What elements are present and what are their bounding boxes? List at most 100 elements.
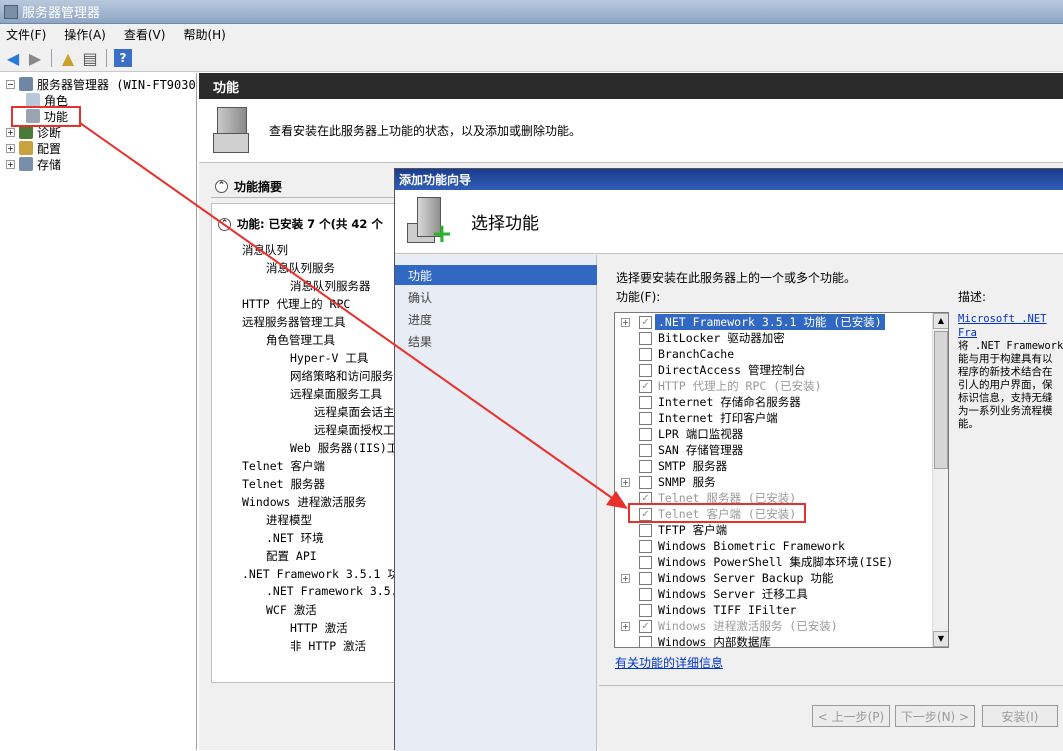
tree-item-configuration[interactable]: + 配置 xyxy=(6,140,61,156)
menu-file[interactable]: 文件(F) xyxy=(6,26,46,43)
feature-label: TFTP 客户端 xyxy=(658,523,728,537)
dialog-title: 添加功能向导 xyxy=(399,173,472,187)
feature-list-item[interactable]: Windows 内部数据库 xyxy=(615,634,933,648)
feature-list-item[interactable]: Windows PowerShell 集成脚本环境(ISE) xyxy=(615,554,933,570)
installed-feature-item: 消息队列服务 xyxy=(266,261,335,275)
feature-list-item[interactable]: ✓ HTTP 代理上的 RPC (已安装) xyxy=(615,378,933,394)
expand-icon[interactable]: + xyxy=(621,573,630,583)
feature-list-item[interactable]: Windows Biometric Framework xyxy=(615,538,933,554)
menu-action[interactable]: 操作(A) xyxy=(64,26,106,43)
features-list-label: 功能(F): xyxy=(616,290,661,304)
feature-list-item[interactable]: SAN 存储管理器 xyxy=(615,442,933,458)
feature-list-item[interactable]: Windows Server 迁移工具 xyxy=(615,586,933,602)
expand-icon[interactable]: + xyxy=(6,127,15,137)
menu-view[interactable]: 查看(V) xyxy=(124,26,166,43)
dialog-titlebar[interactable]: 添加功能向导 xyxy=(395,169,1063,190)
install-button[interactable]: 安装(I) xyxy=(982,705,1058,727)
feature-list-item[interactable]: + SNMP 服务 xyxy=(615,474,933,490)
description-body: 将 .NET Framework 能与用于构建具有以 程序的新技术结合在 引人的… xyxy=(958,340,1063,430)
feature-list-item[interactable]: BitLocker 驱动器加密 xyxy=(615,330,933,346)
wizard-step-progress[interactable]: 进度 xyxy=(395,309,597,329)
forward-arrow-icon[interactable]: ▶ xyxy=(26,49,44,68)
help-icon[interactable]: ? xyxy=(114,49,132,67)
feature-checkbox[interactable] xyxy=(639,539,652,553)
feature-checkbox[interactable] xyxy=(639,411,652,425)
toolbar-separator xyxy=(106,49,107,67)
summary-subheader[interactable]: ⌃ 功能: 已安装 7 个(共 42 个 xyxy=(214,216,383,232)
feature-list-item[interactable]: Windows TIFF IFilter xyxy=(615,602,933,618)
feature-list-item[interactable]: Internet 存储命名服务器 xyxy=(615,394,933,410)
feature-checkbox[interactable] xyxy=(639,443,652,457)
previous-button[interactable]: < 上一步(P) xyxy=(812,705,890,727)
features-checklist[interactable]: + ✓ .NET Framework 3.5.1 功能 (已安装) BitLocker… xyxy=(614,312,949,648)
back-arrow-icon[interactable]: ◀ xyxy=(4,49,22,68)
feature-label: SAN 存储管理器 xyxy=(658,443,744,457)
feature-checkbox[interactable] xyxy=(639,331,652,345)
installed-feature-item: 配置 API xyxy=(266,549,317,563)
expand-icon[interactable]: + xyxy=(6,143,15,153)
feature-checkbox[interactable] xyxy=(639,523,652,537)
feature-checkbox[interactable]: ✓ xyxy=(639,379,652,393)
feature-label: Windows TIFF IFilter xyxy=(658,603,797,617)
feature-checkbox[interactable] xyxy=(639,347,652,361)
expand-icon[interactable]: + xyxy=(621,317,630,327)
feature-list-item[interactable]: Internet 打印客户端 xyxy=(615,410,933,426)
collapse-circle-icon[interactable]: ⌃ xyxy=(215,180,228,193)
scroll-up-icon[interactable]: ▲ xyxy=(933,313,948,329)
tree-item-label: 服务器管理器 (WIN-FT9030U00H xyxy=(37,77,196,92)
feature-checkbox[interactable] xyxy=(639,587,652,601)
feature-checkbox[interactable] xyxy=(639,395,652,409)
next-button[interactable]: 下一步(N) > xyxy=(895,705,975,727)
feature-checkbox[interactable] xyxy=(639,475,652,489)
scrollbar-thumb[interactable] xyxy=(934,331,948,469)
feature-list-item[interactable]: + Windows Server Backup 功能 xyxy=(615,570,933,586)
show-hide-tree-icon[interactable]: ▤ xyxy=(81,49,99,68)
installed-feature-item: 远程桌面服务工具 xyxy=(290,387,382,401)
feature-checkbox[interactable] xyxy=(639,635,652,647)
feature-checkbox[interactable] xyxy=(639,459,652,473)
scroll-down-icon[interactable]: ▼ xyxy=(933,631,948,647)
feature-list-item[interactable]: SMTP 服务器 xyxy=(615,458,933,474)
pane-header: 功能 xyxy=(199,73,1063,99)
feature-checkbox[interactable]: ✓ xyxy=(639,315,652,329)
feature-checkbox[interactable] xyxy=(639,363,652,377)
feature-checkbox[interactable]: ✓ xyxy=(639,619,652,633)
expand-icon[interactable]: + xyxy=(6,159,15,169)
feature-checkbox[interactable] xyxy=(639,603,652,617)
expand-icon[interactable]: + xyxy=(621,477,630,487)
feature-list-item[interactable]: DirectAccess 管理控制台 xyxy=(615,362,933,378)
wizard-step-confirm[interactable]: 确认 xyxy=(395,287,597,307)
wizard-step-features[interactable]: 功能 xyxy=(395,265,597,285)
feature-checkbox[interactable] xyxy=(639,427,652,441)
feature-list-item[interactable]: + ✓ .NET Framework 3.5.1 功能 (已安装) xyxy=(615,314,933,330)
installed-feature-item: .NET 环境 xyxy=(266,531,324,545)
installed-feature-item: Telnet 客户端 xyxy=(242,459,325,473)
feature-label: Windows 内部数据库 xyxy=(658,635,771,648)
feature-list-item[interactable]: TFTP 客户端 xyxy=(615,522,933,538)
expand-icon[interactable]: + xyxy=(621,621,630,631)
installed-feature-item: Hyper-V 工具 xyxy=(290,351,369,365)
feature-list-item[interactable]: + ✓ Windows 进程激活服务 (已安装) xyxy=(615,618,933,634)
description-link[interactable]: Microsoft .NET Fra xyxy=(958,313,1047,339)
toolbar-separator xyxy=(51,49,52,67)
feature-label: Windows 进程激活服务 (已安装) xyxy=(658,619,838,633)
installed-feature-item: 消息队列服务器 xyxy=(290,279,371,293)
more-info-link[interactable]: 有关功能的详细信息 xyxy=(615,654,723,671)
collapse-icon[interactable]: − xyxy=(6,79,15,89)
feature-checkbox[interactable] xyxy=(639,555,652,569)
vertical-scrollbar[interactable]: ▲ ▼ xyxy=(932,313,948,647)
collapse-circle-icon[interactable]: ⌃ xyxy=(218,217,231,231)
feature-list-item[interactable]: BranchCache xyxy=(615,346,933,362)
menu-help[interactable]: 帮助(H) xyxy=(183,26,225,43)
feature-checkbox[interactable] xyxy=(639,571,652,585)
up-folder-icon[interactable]: ▲ xyxy=(59,49,77,68)
wizard-step-results[interactable]: 结果 xyxy=(395,331,597,351)
dialog-header: + 选择功能 xyxy=(395,190,1063,254)
tree-item-storage[interactable]: + 存储 xyxy=(6,156,61,172)
add-feature-wizard-icon: + xyxy=(405,196,453,247)
feature-list-item[interactable]: LPR 端口监视器 xyxy=(615,426,933,442)
tree-item-root[interactable]: − 服务器管理器 (WIN-FT9030U00H xyxy=(6,76,196,92)
window-titlebar[interactable]: 服务器管理器 xyxy=(0,0,1063,24)
feature-label: Internet 打印客户端 xyxy=(658,411,778,425)
summary-title: 功能摘要 xyxy=(234,180,283,194)
